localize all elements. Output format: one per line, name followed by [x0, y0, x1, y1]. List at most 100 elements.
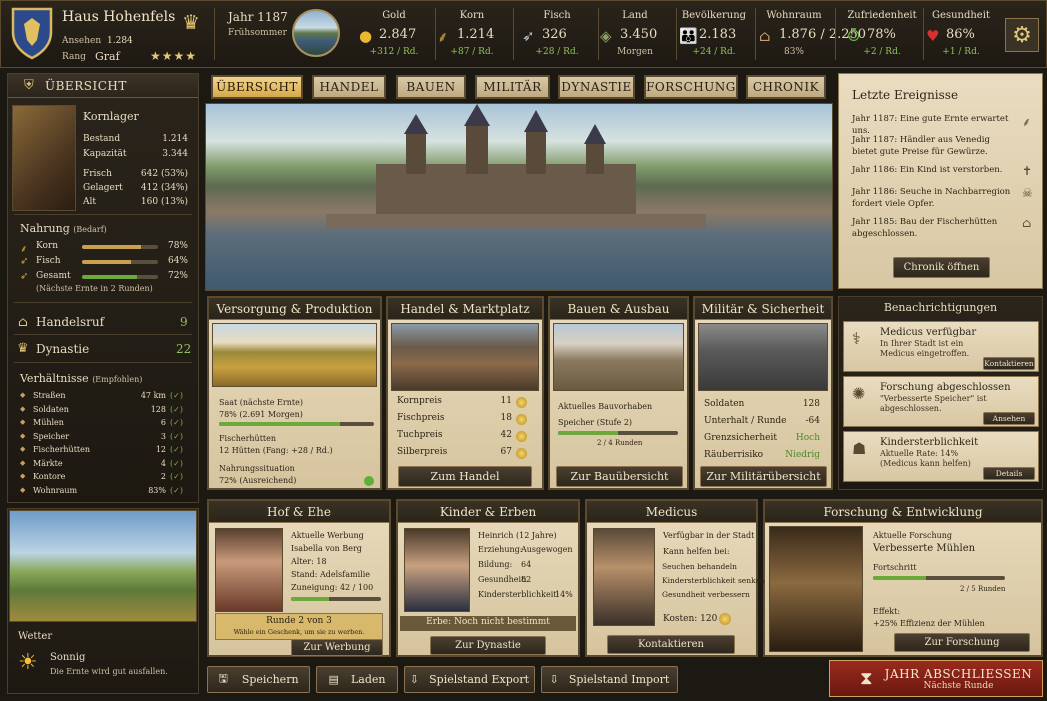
gold-coin-icon: [516, 397, 527, 408]
ratio-check-icon: (✓): [170, 418, 183, 427]
build-current-label: Aktuelles Bauvorhaben: [558, 402, 653, 411]
research-progress: [873, 576, 1005, 580]
house-crest-icon[interactable]: [10, 6, 54, 60]
notification-title-0: Medicus verfügbar: [880, 327, 977, 338]
market-icon: ⌂: [18, 315, 28, 330]
to-research-button[interactable]: Zur Forschung: [894, 633, 1030, 652]
to-build-overview-button[interactable]: Zur Bauübersicht: [556, 466, 683, 487]
tab-handel[interactable]: HANDEL: [312, 75, 386, 99]
wheat-icon: ⸙: [1022, 115, 1032, 129]
tab-forschung[interactable]: FORSCHUNG: [644, 75, 738, 99]
tab-übersicht[interactable]: ÜBERSICHT: [211, 75, 303, 99]
ratio-label-1: Soldaten: [33, 404, 69, 414]
resource-value-0: 2.847: [379, 27, 417, 42]
people-icon: 👪: [679, 27, 698, 45]
wheat-icon: ⸙: [437, 28, 449, 46]
granary-label-4: Alt: [83, 197, 96, 207]
child-name: Heinrich (12 Jahre): [478, 531, 557, 540]
import-button[interactable]: ⇩ Spielstand Import: [541, 666, 678, 693]
granary-value-3: 412 (34%): [140, 183, 188, 193]
cross-icon: ✝: [1022, 164, 1033, 178]
heart-icon: ♥: [926, 27, 940, 45]
resource-label-4: Bevölkerung: [681, 10, 747, 21]
trade-label-1: Fischpreis: [397, 413, 445, 423]
ansehen-value: 1.284: [107, 36, 133, 46]
granary-label-0: Bestand: [83, 134, 121, 144]
granary-value-2: 642 (53%): [140, 169, 188, 179]
military-title: Militär & Sicherheit: [695, 298, 831, 320]
export-icon: ⇩: [409, 673, 420, 686]
granary-value-4: 160 (13%): [140, 197, 188, 207]
ratio-bullet-icon: ◆: [20, 391, 26, 399]
save-label: Speichern: [241, 673, 299, 686]
divider: [14, 334, 192, 335]
medicus-cost: Kosten: 120: [663, 614, 718, 624]
research-effect: +25% Effizienz der Mühlen: [873, 619, 985, 628]
save-button[interactable]: 🖫 Speichern: [207, 666, 310, 693]
notification-button-1[interactable]: Ansehen: [983, 412, 1035, 425]
food-label-2: Gesamt: [36, 271, 71, 281]
weather-desc: Die Ernte wird gut ausfallen.: [50, 667, 168, 676]
to-military-button[interactable]: Zur Militärübersicht: [700, 466, 827, 487]
divider: [513, 8, 514, 60]
resource-value-3: 3.450: [620, 27, 658, 42]
medicus-item-2: Gesundheit verbessern: [662, 590, 750, 599]
ratio-bullet-icon: ◆: [20, 458, 26, 467]
notification-button-0[interactable]: Kontaktieren: [983, 357, 1035, 370]
food-bar-0: [82, 245, 158, 249]
notification-button-2[interactable]: Details: [983, 467, 1035, 480]
tab-chronik[interactable]: CHRONIK: [746, 75, 826, 99]
trade-value-3: 67: [500, 447, 512, 457]
court-current-label: Aktuelle Werbung: [291, 531, 364, 540]
castle-illustration: [326, 104, 706, 228]
ratio-check-icon: (✓): [170, 431, 183, 441]
chronik-open-button[interactable]: Chronik öffnen: [893, 257, 990, 278]
house-icon: ⌂: [759, 27, 771, 45]
food-bar-2: [82, 275, 158, 279]
ratio-value-7: 83%: [148, 485, 166, 495]
fish-icon: ➶: [522, 27, 535, 45]
resource-label-3: Land: [622, 10, 648, 21]
medicus-contact-button[interactable]: Kontaktieren: [607, 635, 735, 654]
tab-bauen[interactable]: BAUEN: [396, 75, 466, 99]
export-button[interactable]: ⇩ Spielstand Export: [404, 666, 535, 693]
tab-dynastie[interactable]: DYNASTIE: [558, 75, 635, 99]
notification-title-2: Kindersterblichkeit: [880, 437, 979, 448]
food-pct-0: 78%: [167, 241, 188, 251]
end-year-button[interactable]: ⧗ JAHR ABSCHLIESSEN Nächste Runde: [829, 660, 1043, 697]
granary-label-1: Kapazität: [83, 149, 127, 159]
build-card: Bauen & Ausbau Aktuelles Bauvorhaben Spe…: [548, 296, 689, 490]
season-landscape-icon: [292, 9, 340, 57]
resource-delta-7: +1 / Rd.: [942, 47, 980, 57]
ratio-label-6: Kontore: [33, 472, 66, 481]
gold-coin-icon: ●: [359, 27, 373, 45]
court-round-hint: Wähle ein Geschenk, um sie zu werben.: [233, 628, 365, 636]
gold-coin-icon: [719, 613, 731, 625]
to-courtship-button[interactable]: Zur Werbung: [291, 639, 383, 656]
load-button[interactable]: ▤ Laden: [316, 666, 398, 693]
medicus-avail: Verfügbar in der Stadt: [663, 531, 755, 540]
supply-card: Versorgung & Produktion Saat (nächste Er…: [207, 296, 382, 490]
divider: [14, 302, 192, 303]
child-value-2: 82: [521, 575, 532, 584]
resource-value-1: 1.214: [457, 27, 495, 42]
build-title: Bauen & Ausbau: [550, 298, 687, 320]
ratio-value-5: 4: [160, 458, 166, 468]
research-progress-label: Fortschritt: [873, 563, 917, 572]
to-trade-button[interactable]: Zum Handel: [398, 466, 532, 487]
skull-icon: ☠: [1022, 186, 1033, 200]
research-progress-text: 2 / 5 Runden: [960, 585, 1006, 593]
child-value-0: Ausgewogen: [521, 545, 573, 554]
to-dynasty-button[interactable]: Zur Dynastie: [430, 636, 546, 655]
tab-militär[interactable]: MILITÄR: [475, 75, 550, 99]
settings-gear-icon[interactable]: ⚙: [1005, 18, 1039, 52]
supply-title: Versorgung & Produktion: [209, 298, 380, 320]
granary-image: [12, 105, 76, 211]
crown-icon: ♛: [17, 341, 29, 356]
ratio-bullet-icon: ◆: [20, 485, 26, 494]
research-progress-fill: [873, 576, 926, 580]
military-label-3: Räuberrisiko: [704, 450, 764, 460]
court-card: Hof & Ehe Aktuelle Werbung Isabella von …: [207, 499, 391, 657]
export-label: Spielstand Export: [429, 673, 530, 686]
weather-state: Sonnig: [50, 652, 86, 663]
